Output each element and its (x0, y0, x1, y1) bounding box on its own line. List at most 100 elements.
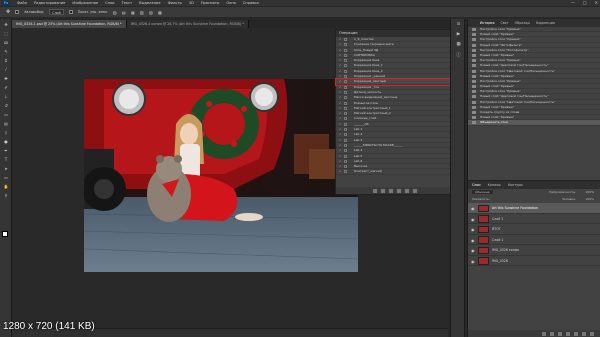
trash-icon[interactable] (590, 331, 594, 336)
menu-view[interactable]: Просмотр (201, 1, 219, 5)
quick-select-icon[interactable]: ✎ (2, 48, 10, 55)
history-brush-icon[interactable]: ↺ (2, 102, 10, 109)
layer-row[interactable]: ◉ Art this Sunshine Foundation (468, 203, 600, 214)
menu-window[interactable]: Окно (226, 1, 236, 5)
menu-3d[interactable]: 3D (189, 1, 194, 5)
document-tab-1[interactable]: IMG_0326-1.psd @ 25% (Art this Sunshine … (12, 20, 127, 28)
tab-light[interactable]: Свет (500, 21, 508, 25)
fill-value[interactable]: 100% (585, 196, 594, 203)
close-icon[interactable]: ✕ (595, 0, 598, 5)
link-icon[interactable] (542, 331, 546, 336)
move-icon[interactable]: ✥ (2, 21, 10, 28)
dialog-toggle-icon[interactable] (344, 138, 347, 142)
dialog-toggle-icon[interactable] (344, 75, 347, 79)
menu-filter[interactable]: Фильтр (168, 1, 182, 5)
dialog-toggle-icon[interactable] (344, 48, 347, 52)
dialog-toggle-icon[interactable] (344, 59, 347, 63)
dialog-toggle-icon[interactable] (344, 128, 347, 132)
pen-icon[interactable]: ✒ (2, 147, 10, 154)
layer-row[interactable]: ◉ ИТОГ (468, 224, 600, 235)
maximize-icon[interactable]: □ (583, 0, 587, 5)
eraser-icon[interactable]: ▭ (2, 111, 10, 118)
menu-type[interactable]: Текст (122, 1, 133, 5)
menu-edit[interactable]: Редактирование (34, 1, 65, 5)
new-action-icon[interactable] (405, 188, 409, 193)
menu-select[interactable]: Выделение (139, 1, 160, 5)
history-item[interactable]: Объединить слои (468, 120, 600, 126)
blend-mode-dropdown[interactable]: Обычные (472, 190, 493, 194)
stamp-icon[interactable]: ⊥ (2, 93, 10, 100)
tab-adjustments[interactable]: Коррекция (536, 21, 555, 25)
document-tab-2[interactable]: IMG_0326-4 копия @ 28,7% (Art this Sunsh… (126, 20, 249, 28)
lasso-icon[interactable]: ꝏ (2, 39, 10, 46)
new-set-icon[interactable] (397, 188, 401, 193)
layer-row[interactable]: ◉ IMG_0326 (468, 256, 600, 266)
layer-row[interactable]: ◉ Слой 1 (468, 235, 600, 245)
menu-layers[interactable]: Слои (105, 1, 114, 5)
dialog-toggle-icon[interactable] (344, 38, 347, 41)
menu-file[interactable]: Файл (17, 1, 27, 5)
folder-icon[interactable] (574, 331, 578, 336)
actions-panel-icon[interactable]: ▶ (454, 32, 463, 39)
eyedropper-icon[interactable]: ⁄ (2, 66, 10, 73)
fx-icon[interactable] (550, 331, 554, 336)
align-icons[interactable]: ▥ ▤ ▦ ▧ ▨ ▩ (113, 10, 164, 15)
visibility-eye-icon[interactable]: ◉ (471, 206, 475, 211)
history-panel-icon[interactable]: ⊙ (454, 22, 463, 29)
menu-image[interactable]: Изображение (72, 1, 98, 5)
tab-paths[interactable]: Контуры (508, 183, 523, 187)
layer-row[interactable]: ◉ IMG_0326 копия (468, 245, 600, 256)
dialog-toggle-icon[interactable] (344, 143, 347, 147)
brush-icon[interactable]: ✐ (2, 84, 10, 91)
dialog-toggle-icon[interactable] (344, 96, 347, 100)
crop-icon[interactable]: ⌗ (2, 57, 10, 64)
dialog-toggle-icon[interactable] (344, 53, 347, 57)
opacity-value[interactable]: 100% (585, 189, 594, 196)
dialog-toggle-icon[interactable] (344, 106, 347, 110)
info-panel-icon[interactable]: ⓘ (454, 52, 463, 59)
dialog-toggle-icon[interactable] (344, 154, 347, 158)
zoom-icon[interactable]: ⚲ (2, 192, 10, 199)
tab-channels[interactable]: Каналы (488, 183, 501, 187)
menu-help[interactable]: Справка (243, 1, 259, 5)
mask-icon[interactable] (558, 331, 562, 336)
foreground-color-swatch[interactable] (2, 231, 8, 237)
visibility-eye-icon[interactable]: ◉ (471, 238, 475, 243)
show-controls-checkbox[interactable] (68, 10, 73, 14)
dialog-toggle-icon[interactable] (344, 122, 347, 126)
tab-layers[interactable]: Слои (472, 183, 481, 187)
record-icon[interactable] (381, 188, 385, 193)
visibility-eye-icon[interactable]: ◉ (471, 217, 475, 222)
adjustment-icon[interactable] (566, 331, 570, 336)
hand-icon[interactable]: ✋ (2, 183, 10, 190)
dialog-toggle-icon[interactable] (344, 69, 347, 73)
trash-icon[interactable] (413, 188, 417, 193)
tab-swatches[interactable]: Образцы (515, 21, 530, 25)
dialog-toggle-icon[interactable] (344, 90, 347, 94)
document-canvas-photo[interactable] (84, 79, 358, 272)
minimize-icon[interactable]: — (571, 0, 575, 5)
dialog-toggle-icon[interactable] (344, 133, 347, 137)
dialog-toggle-icon[interactable] (344, 101, 347, 105)
layer-row[interactable]: ◉ Слой 1 (468, 214, 600, 224)
tab-history[interactable]: История (480, 21, 494, 25)
stop-icon[interactable] (373, 188, 377, 193)
blur-icon[interactable]: ◊ (2, 129, 10, 136)
dialog-toggle-icon[interactable] (344, 80, 347, 84)
gradient-icon[interactable]: ▤ (2, 120, 10, 127)
dialog-toggle-icon[interactable] (344, 85, 347, 89)
dialog-toggle-icon[interactable] (344, 159, 347, 163)
auto-select-checkbox[interactable] (15, 10, 20, 14)
marquee-icon[interactable]: ⬚ (2, 30, 10, 37)
visibility-eye-icon[interactable]: ◉ (471, 227, 475, 232)
action-item[interactable]: ✓ Контраст_мягкий (336, 169, 454, 175)
dialog-toggle-icon[interactable] (344, 117, 347, 121)
dialog-toggle-icon[interactable] (344, 165, 347, 169)
dodge-icon[interactable]: ● (2, 138, 10, 145)
path-select-icon[interactable]: ➤ (2, 165, 10, 172)
auto-select-dropdown[interactable]: Слой (49, 9, 64, 15)
shape-icon[interactable]: ▭ (2, 174, 10, 181)
visibility-eye-icon[interactable]: ◉ (471, 259, 475, 264)
dialog-toggle-icon[interactable] (344, 64, 347, 68)
dialog-toggle-icon[interactable] (344, 43, 347, 47)
